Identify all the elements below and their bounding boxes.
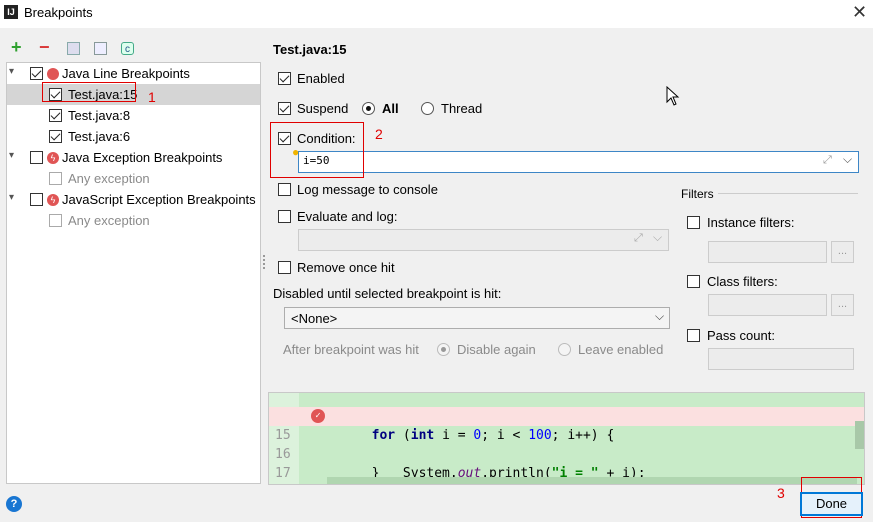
code-scrollbar[interactable]: [855, 421, 864, 449]
filters-title: Filters: [681, 187, 714, 201]
annotation-box-2: [270, 122, 364, 178]
tree-item-label[interactable]: Test.java:6: [68, 129, 130, 144]
annotation-box-1: [42, 82, 136, 102]
thread-label[interactable]: Thread: [441, 101, 482, 116]
instance-filters-checkbox[interactable]: [687, 216, 700, 229]
tree-group-label: JavaScript Exception Breakpoints: [62, 192, 256, 207]
disable-again-radio[interactable]: [437, 343, 450, 356]
leave-enabled-radio[interactable]: [558, 343, 571, 356]
plus-icon[interactable]: +: [11, 37, 22, 58]
class-filters-checkbox[interactable]: [687, 275, 700, 288]
code-preview: 14 for (int i = 0; i < 100; i++) { 15 ✓ …: [268, 392, 865, 485]
code-line-16: 16 }: [269, 426, 864, 481]
expand-icon: ⤢: [634, 232, 643, 244]
code-line-14: 14 for (int i = 0; i < 100; i++) {: [269, 393, 864, 443]
filters-divider: [718, 193, 858, 194]
suspend-all-radio[interactable]: [362, 102, 375, 115]
details-title: Test.java:15: [273, 42, 347, 57]
breakpoint-red-icon: [47, 68, 59, 80]
code-line-15: 15 ✓ System.out.println("i = " + i);: [269, 407, 864, 481]
suspend-thread-radio[interactable]: [421, 102, 434, 115]
log-message-checkbox[interactable]: [278, 183, 291, 196]
breakpoint-tree: [6, 62, 261, 484]
chevron-down-icon[interactable]: ▾: [9, 150, 14, 161]
all-label[interactable]: All: [382, 101, 399, 116]
evaluate-checkbox[interactable]: [278, 210, 291, 223]
line-number: 18: [269, 483, 299, 484]
annotation-number-1: 1: [148, 89, 156, 105]
help-icon[interactable]: ?: [6, 496, 22, 512]
tree-group-label: Java Line Breakpoints: [62, 66, 190, 81]
minus-icon[interactable]: −: [39, 37, 50, 58]
disable-again-label[interactable]: Disable again: [457, 342, 536, 357]
expand-icon[interactable]: ⤢: [823, 154, 832, 167]
suspend-checkbox[interactable]: [278, 102, 291, 115]
exception-bolt-icon: ϟ: [47, 152, 59, 164]
tree-item-label[interactable]: Any exception: [68, 213, 150, 228]
item-checkbox[interactable]: [49, 130, 62, 143]
enabled-checkbox[interactable]: [278, 72, 291, 85]
group-checkbox[interactable]: [30, 151, 43, 164]
chevron-down-icon[interactable]: ▾: [9, 66, 14, 77]
tree-item-label[interactable]: Any exception: [68, 171, 150, 186]
breakpoint-select[interactable]: [284, 307, 670, 329]
window-title: Breakpoints: [24, 5, 93, 20]
group-checkbox[interactable]: [30, 193, 43, 206]
dropdown-chevron-icon: ⌵: [653, 230, 663, 244]
instance-filters-input[interactable]: [708, 241, 827, 263]
breakpoint-select-value[interactable]: <None>: [291, 311, 337, 326]
annotation-number-2: 2: [375, 126, 383, 142]
done-button[interactable]: Done: [800, 492, 863, 516]
tree-group-label: Java Exception Breakpoints: [62, 150, 223, 165]
group-checkbox[interactable]: [30, 67, 43, 80]
leave-enabled-label[interactable]: Leave enabled: [578, 342, 663, 357]
dropdown-chevron-icon[interactable]: ⌵: [843, 152, 852, 167]
title-bar: [0, 0, 873, 28]
item-checkbox[interactable]: [49, 172, 62, 185]
annotation-number-3: 3: [777, 485, 785, 501]
item-checkbox[interactable]: [49, 109, 62, 122]
enabled-label[interactable]: Enabled: [297, 71, 345, 86]
instance-filters-browse[interactable]: ...: [831, 241, 854, 263]
pass-count-checkbox[interactable]: [687, 329, 700, 342]
remove-once-label[interactable]: Remove once hit: [297, 260, 395, 275]
evaluate-label[interactable]: Evaluate and log:: [297, 209, 397, 224]
condition-input[interactable]: [298, 151, 859, 173]
pass-count-input[interactable]: [708, 348, 854, 370]
class-filters-browse[interactable]: ...: [831, 294, 854, 316]
splitter-handle[interactable]: [263, 255, 265, 269]
log-message-label[interactable]: Log message to console: [297, 182, 438, 197]
disabled-until-label: Disabled until selected breakpoint is hi…: [273, 286, 502, 301]
after-hit-label: After breakpoint was hit: [283, 342, 419, 357]
code-line-17: 17 }: [269, 445, 864, 481]
evaluate-input[interactable]: [298, 229, 669, 251]
remove-once-checkbox[interactable]: [278, 261, 291, 274]
class-filters-input[interactable]: [708, 294, 827, 316]
tree-item-label[interactable]: Test.java:8: [68, 108, 130, 123]
class-icon[interactable]: c: [121, 42, 134, 55]
breakpoint-icon[interactable]: ✓: [311, 409, 325, 423]
instance-filters-label[interactable]: Instance filters:: [707, 215, 794, 230]
file-icon[interactable]: [94, 42, 107, 55]
close-icon[interactable]: ✕: [852, 2, 867, 23]
app-icon: IJ: [4, 5, 18, 19]
pass-count-label[interactable]: Pass count:: [707, 328, 775, 343]
folder-icon[interactable]: [67, 42, 80, 55]
exception-bolt-icon: ϟ: [47, 194, 59, 206]
item-checkbox[interactable]: [49, 214, 62, 227]
suspend-label[interactable]: Suspend: [297, 101, 348, 116]
code-hscrollbar[interactable]: [327, 477, 857, 484]
mouse-cursor-icon: [666, 86, 680, 106]
chevron-down-icon[interactable]: ▾: [9, 192, 14, 203]
chevron-down-icon[interactable]: ⌵: [655, 309, 664, 324]
class-filters-label[interactable]: Class filters:: [707, 274, 778, 289]
